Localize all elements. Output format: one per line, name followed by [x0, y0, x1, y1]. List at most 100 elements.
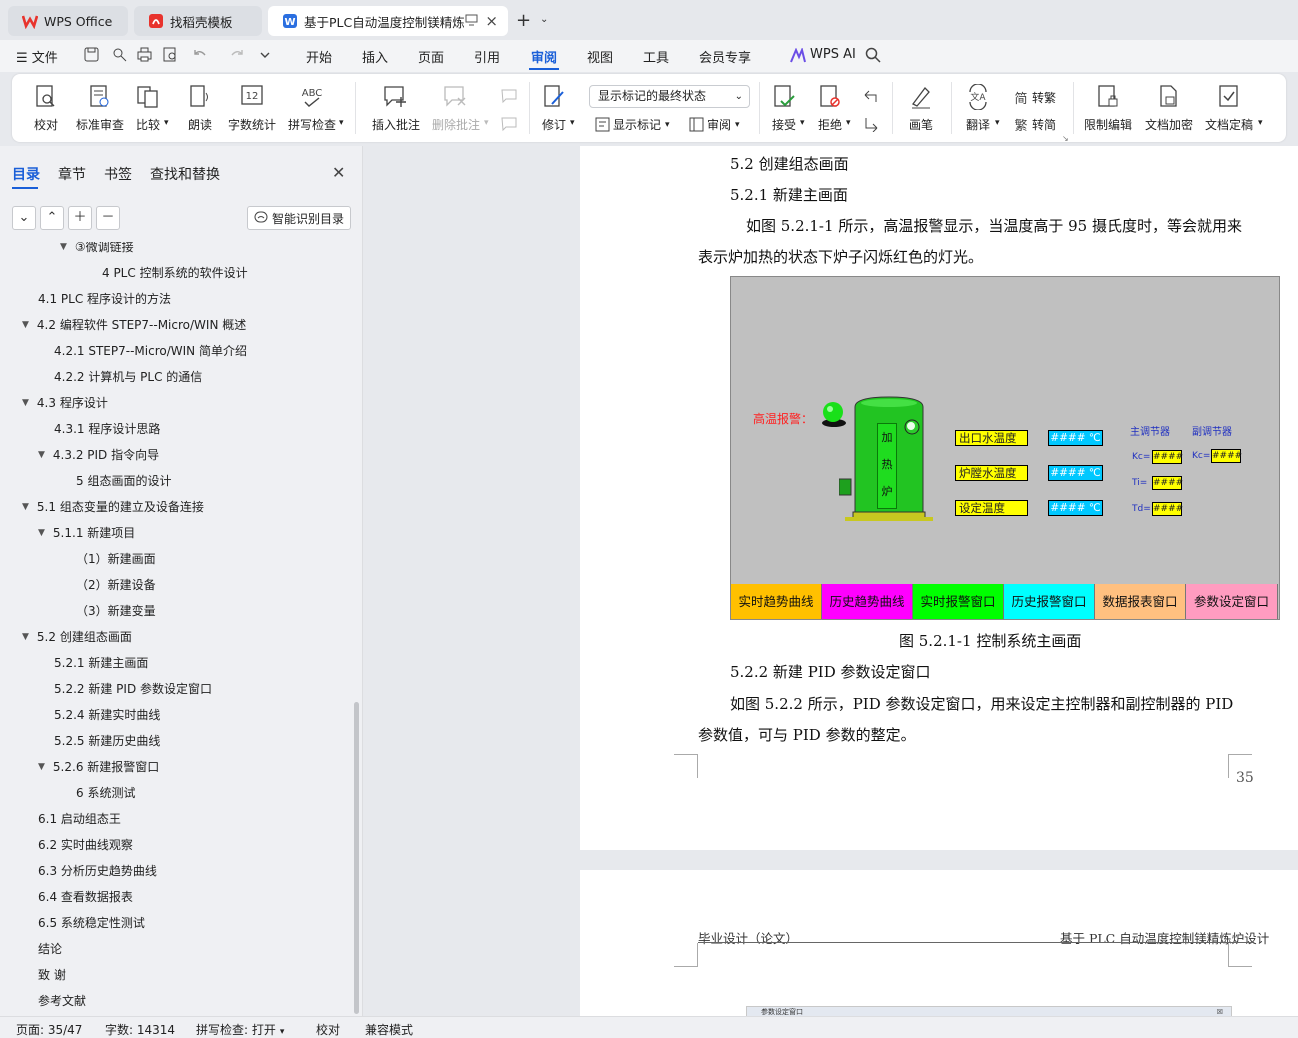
menu-member[interactable]: 会员专享: [699, 47, 751, 66]
toc-item[interactable]: 5.2.4 新建实时曲线: [54, 706, 160, 723]
toc-item[interactable]: （1）新建画面: [76, 550, 156, 567]
chevron-down-icon[interactable]: ⌄: [540, 14, 548, 25]
toc-item[interactable]: 4 PLC 控制系统的软件设计: [102, 264, 248, 281]
caret-down-icon[interactable]: ▼: [22, 502, 29, 512]
toc-item[interactable]: ▼ 5.1.1 新建项目: [38, 524, 135, 541]
pen-button[interactable]: 画笔: [909, 74, 933, 133]
proof-indicator[interactable]: 校对: [316, 1021, 340, 1038]
menu-start[interactable]: 开始: [306, 47, 332, 66]
toc-item[interactable]: 参考文献: [38, 992, 86, 1009]
toc-item[interactable]: 4.2.1 STEP7--Micro/WIN 简单介绍: [54, 342, 247, 359]
toc-item[interactable]: 6 系统测试: [76, 784, 135, 801]
menu-review[interactable]: 审阅: [531, 47, 557, 66]
save-icon[interactable]: [84, 47, 99, 65]
toc-item[interactable]: 6.2 实时曲线观察: [38, 836, 133, 853]
proofread-button[interactable]: 校对: [34, 74, 58, 133]
show-marks-button[interactable]: 显示标记 ▾: [595, 116, 670, 133]
toc-item[interactable]: 6.1 启动组态王: [38, 810, 121, 827]
toc-item[interactable]: ▼ ③微调链接: [60, 242, 134, 255]
toc-item[interactable]: 4.2.2 计算机与 PLC 的通信: [54, 368, 202, 385]
review-pane-button[interactable]: 审阅 ▾: [689, 116, 740, 133]
caret-down-icon[interactable]: ▼: [22, 398, 29, 408]
restrict-edit-button[interactable]: 限制编辑: [1084, 74, 1132, 133]
translate-button[interactable]: 文A 翻译: [966, 74, 990, 133]
toc-item[interactable]: （2）新建设备: [76, 576, 156, 593]
print-icon[interactable]: [137, 47, 152, 65]
caret-down-icon[interactable]: ▼: [38, 528, 45, 538]
toc-item[interactable]: 致 谢: [38, 966, 66, 983]
wps-ai-button[interactable]: WPS AI: [810, 47, 856, 62]
toc-item[interactable]: 6.3 分析历史趋势曲线: [38, 862, 157, 879]
chevron-down-icon[interactable]: [259, 49, 271, 64]
next-comment-icon[interactable]: [500, 116, 518, 132]
delete-comment-button[interactable]: 删除批注: [432, 74, 480, 133]
redo-icon[interactable]: [230, 47, 245, 65]
menu-references[interactable]: 引用: [474, 47, 500, 66]
caret-down-icon[interactable]: ▼: [22, 320, 29, 330]
next-change-icon[interactable]: [862, 116, 880, 132]
monitor-icon[interactable]: [465, 14, 478, 29]
toc-item[interactable]: 4.3.1 程序设计思路: [54, 420, 160, 437]
accept-button[interactable]: 接受: [772, 74, 796, 133]
toc-item[interactable]: 4.1 PLC 程序设计的方法: [38, 290, 171, 307]
word-count-button[interactable]: 12 字数统计: [228, 74, 276, 133]
tab-find-replace[interactable]: 查找和替换: [150, 164, 220, 184]
caret-down-icon[interactable]: ▼: [38, 762, 45, 772]
compare-button[interactable]: 比较: [136, 74, 160, 133]
tab-docer[interactable]: 找稻壳模板: [134, 6, 262, 36]
toc-item[interactable]: 结论: [38, 940, 62, 957]
markup-state-dropdown[interactable]: 显示标记的最终状态 ⌄: [589, 85, 750, 108]
spell-check-indicator[interactable]: 拼写检查: 打开 ▾: [196, 1021, 284, 1038]
sidebar-scrollbar[interactable]: [354, 702, 359, 1014]
toc-item[interactable]: 5.2.2 新建 PID 参数设定窗口: [54, 680, 212, 697]
std-review-button[interactable]: 标准审查: [76, 74, 124, 133]
toc-item[interactable]: 5.2.1 新建主画面: [54, 654, 148, 671]
file-menu[interactable]: ☰ 文件: [16, 47, 58, 66]
spell-check-button[interactable]: ABC 拼写检查: [288, 74, 336, 133]
menu-page[interactable]: 页面: [418, 47, 444, 66]
close-icon[interactable]: ✕: [332, 163, 345, 182]
toc-item[interactable]: 5.2.5 新建历史曲线: [54, 732, 160, 749]
collapse-up-button[interactable]: ⌃: [40, 206, 64, 230]
new-tab-icon[interactable]: +: [516, 10, 531, 31]
revise-button[interactable]: 修订: [542, 74, 566, 133]
menu-view[interactable]: 视图: [587, 47, 613, 66]
toc-item[interactable]: ▼ 5.2.6 新建报警窗口: [38, 758, 159, 775]
close-tab-icon[interactable]: ×: [485, 12, 498, 30]
tab-toc[interactable]: 目录: [12, 164, 40, 184]
tab-chapters[interactable]: 章节: [58, 164, 86, 184]
toc-item[interactable]: （3）新建变量: [76, 602, 156, 619]
caret-down-icon[interactable]: ▼: [60, 242, 67, 252]
previous-change-icon[interactable]: [862, 88, 880, 104]
share-icon[interactable]: [112, 47, 127, 65]
search-icon[interactable]: [865, 47, 881, 66]
add-heading-button[interactable]: ＋: [68, 206, 92, 230]
tab-bookmarks[interactable]: 书签: [104, 164, 132, 184]
toc-item[interactable]: ▼ 5.1 组态变量的建立及设备连接: [22, 498, 204, 515]
toc-item[interactable]: ▼ 5.2 创建组态画面: [22, 628, 132, 645]
print-preview-icon[interactable]: [163, 47, 178, 65]
toc-item[interactable]: 6.5 系统稳定性测试: [38, 914, 145, 931]
smart-toc-button[interactable]: 智能识别目录: [247, 206, 351, 230]
toc-item[interactable]: 6.4 查看数据报表: [38, 888, 133, 905]
reject-button[interactable]: 拒绝: [818, 74, 842, 133]
undo-icon[interactable]: [192, 47, 207, 65]
menu-insert[interactable]: 插入: [362, 47, 388, 66]
caret-down-icon[interactable]: ▼: [22, 632, 29, 642]
insert-comment-button[interactable]: 插入批注: [372, 74, 420, 133]
previous-comment-icon[interactable]: [500, 88, 518, 104]
toc-item[interactable]: ▼ 4.3 程序设计: [22, 394, 108, 411]
expand-group-icon[interactable]: ↘: [1062, 134, 1069, 143]
to-simplified-button[interactable]: 繁转简: [1013, 116, 1056, 133]
toc-item[interactable]: ▼ 4.2 编程软件 STEP7--Micro/WIN 概述: [22, 316, 246, 333]
menu-tools[interactable]: 工具: [643, 47, 669, 66]
toc-item[interactable]: 5 组态画面的设计: [76, 472, 171, 489]
encrypt-button[interactable]: 文档加密: [1145, 74, 1193, 133]
toc-item[interactable]: ▼ 4.3.2 PID 指令向导: [38, 446, 159, 463]
read-aloud-button[interactable]: 朗读: [188, 74, 212, 133]
tab-wps-office[interactable]: WPS Office: [8, 6, 128, 36]
finalize-button[interactable]: 文档定稿: [1205, 74, 1253, 133]
remove-heading-button[interactable]: －: [96, 206, 120, 230]
expand-down-button[interactable]: ⌄: [12, 206, 36, 230]
page-indicator[interactable]: 页面: 35/47: [16, 1021, 82, 1038]
